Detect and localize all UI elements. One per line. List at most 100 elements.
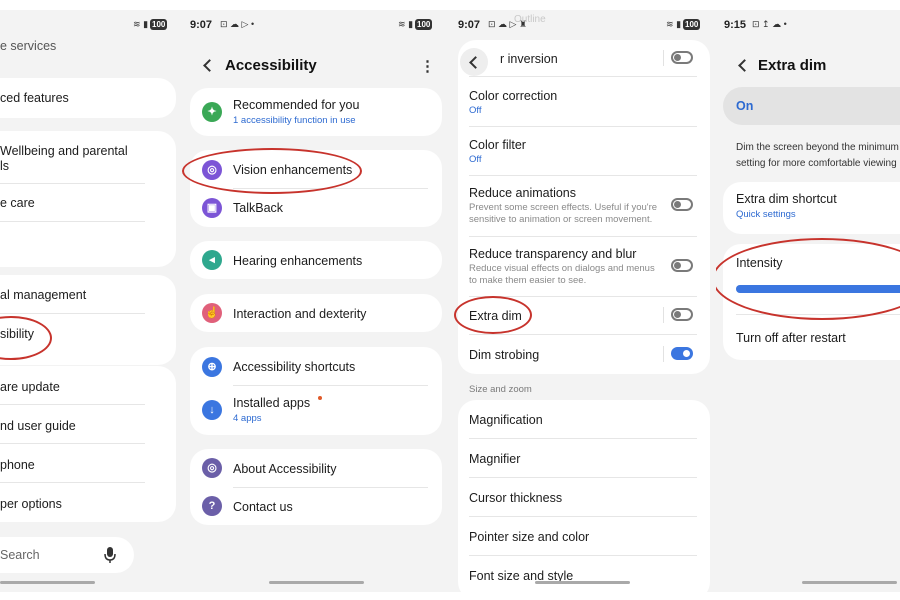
installed-apps-sub: 4 apps xyxy=(233,413,262,424)
accessibility-shortcuts-item[interactable]: Accessibility shortcuts xyxy=(233,360,355,374)
home-indicator xyxy=(535,581,630,584)
status-icons: ≋ ▮ 100 xyxy=(133,19,168,30)
wifi-icon: ≋ xyxy=(398,19,406,29)
extra-dim-shortcut-label: Extra dim shortcut xyxy=(736,192,837,206)
divider xyxy=(469,175,697,176)
wifi-icon: ≋ xyxy=(666,19,674,29)
settings-item-about-phone[interactable]: phone xyxy=(0,458,35,472)
magnification-item[interactable]: Magnification xyxy=(469,413,543,427)
page-title: Extra dim xyxy=(758,57,827,74)
divider xyxy=(0,404,145,405)
shortcut-card[interactable]: Extra dim shortcut Quick settings xyxy=(723,182,900,234)
wifi-icon: ≋ xyxy=(133,19,141,29)
divider xyxy=(469,438,697,439)
back-arrow-icon[interactable] xyxy=(738,59,751,72)
reduce-animations-toggle[interactable] xyxy=(671,198,693,211)
divider xyxy=(0,313,145,314)
settings-item-services[interactable]: e services xyxy=(0,39,56,53)
divider xyxy=(663,50,664,66)
talkback-icon: ▣ xyxy=(202,198,222,218)
back-button[interactable] xyxy=(460,48,488,76)
divider xyxy=(233,385,428,386)
settings-card-wellbeing: Wellbeing and parental ls e care xyxy=(0,131,176,267)
dim-strobing-toggle[interactable] xyxy=(671,347,693,360)
color-inversion-toggle[interactable] xyxy=(671,51,693,64)
about-card: ◎ About Accessibility ? Contact us xyxy=(190,449,442,525)
pointer-size-color-item[interactable]: Pointer size and color xyxy=(469,530,589,544)
size-zoom-card: Magnification Magnifier Cursor thickness… xyxy=(458,400,710,592)
color-correction-status: Off xyxy=(469,105,482,116)
master-switch-bar[interactable]: On xyxy=(723,87,900,125)
settings-card-advanced[interactable]: ced features xyxy=(0,78,176,118)
divider xyxy=(0,183,145,184)
hearing-enhancements-item: Hearing enhancements xyxy=(233,254,363,268)
back-arrow-icon[interactable] xyxy=(203,59,216,72)
status-icons: ≋ ▮ 100 xyxy=(398,19,433,30)
color-inversion-item[interactable]: r inversion xyxy=(500,52,558,66)
extra-dim-description: Dim the screen beyond the minimum settin… xyxy=(736,142,899,169)
reduce-transparency-desc: Reduce visual effects on dialogs and men… xyxy=(469,263,655,286)
hearing-card[interactable]: ◂ Hearing enhancements xyxy=(190,241,442,279)
signal-icon: ▮ xyxy=(143,19,149,29)
interaction-dexterity-item: Interaction and dexterity xyxy=(233,307,367,321)
settings-item-device-care[interactable]: e care xyxy=(0,196,35,210)
divider xyxy=(0,221,145,222)
magnifier-item[interactable]: Magnifier xyxy=(469,452,520,466)
cursor-thickness-item[interactable]: Cursor thickness xyxy=(469,491,562,505)
settings-item-software-update[interactable]: are update xyxy=(0,380,60,394)
extra-dim-shortcut-sub: Quick settings xyxy=(736,209,796,220)
annotation-circle xyxy=(454,296,532,334)
status-icons: ≋ ▮ 100 xyxy=(666,19,701,30)
installed-apps-item[interactable]: Installed apps xyxy=(233,396,310,410)
about-icon: ◎ xyxy=(202,458,222,478)
shortcuts-card: ⊕ Accessibility shortcuts ↓ Installed ap… xyxy=(190,347,442,435)
divider xyxy=(469,76,697,77)
shortcut-icon: ⊕ xyxy=(202,357,222,377)
divider xyxy=(0,482,145,483)
settings-item-developer-options[interactable]: per options xyxy=(0,497,62,511)
recommended-sub: 1 accessibility function in use xyxy=(233,115,356,126)
divider xyxy=(469,555,697,556)
apps-icon: ↓ xyxy=(202,400,222,420)
page-title: Accessibility xyxy=(225,57,317,74)
search-bar[interactable]: Search xyxy=(0,537,134,573)
settings-panel-partial: ≋ ▮ 100 e services ced features Wellbeing… xyxy=(0,10,180,592)
recommended-card[interactable]: ✦ Recommended for you 1 accessibility fu… xyxy=(190,88,442,136)
reduce-animations-item[interactable]: Reduce animations xyxy=(469,186,576,200)
about-accessibility-item[interactable]: About Accessibility xyxy=(233,462,337,476)
extra-dim-toggle[interactable] xyxy=(671,308,693,321)
reduce-transparency-toggle[interactable] xyxy=(671,259,693,272)
interaction-card[interactable]: ☝ Interaction and dexterity xyxy=(190,294,442,332)
settings-item-wellbeing[interactable]: Wellbeing and parental xyxy=(0,144,128,158)
divider xyxy=(233,487,428,488)
signal-icon: ▮ xyxy=(676,19,682,29)
settings-item-general-management[interactable]: al management xyxy=(0,288,86,302)
talkback-item[interactable]: TalkBack xyxy=(233,201,283,215)
master-switch-label: On xyxy=(736,99,754,113)
annotation-circle xyxy=(716,238,900,320)
divider xyxy=(469,334,697,335)
recommended-label: Recommended for you xyxy=(233,98,360,112)
reduce-transparency-item[interactable]: Reduce transparency and blur xyxy=(469,247,636,261)
microphone-icon[interactable] xyxy=(104,546,116,564)
color-filter-item[interactable]: Color filter xyxy=(469,138,526,152)
annotation-circle xyxy=(182,148,362,194)
color-filter-status: Off xyxy=(469,154,482,165)
dim-strobing-item[interactable]: Dim strobing xyxy=(469,348,539,362)
divider xyxy=(469,516,697,517)
turn-off-after-restart-item[interactable]: Turn off after restart xyxy=(736,331,846,345)
settings-card-software: are update nd user guide phone per optio… xyxy=(0,366,176,522)
more-options-icon[interactable]: ⋮ xyxy=(420,57,435,75)
settings-item-user-guide[interactable]: nd user guide xyxy=(0,419,76,433)
signal-icon: ▮ xyxy=(408,19,414,29)
vision-enhancements-screen: 9:07 ⊡ ☁ ▷ ♜ Outline ≋ ▮ 100 r inversion … xyxy=(448,10,716,592)
accessibility-icon: ✦ xyxy=(202,102,222,122)
battery-icon: 100 xyxy=(150,19,168,30)
color-correction-item[interactable]: Color correction xyxy=(469,89,557,103)
new-badge-dot xyxy=(318,396,322,400)
divider xyxy=(469,236,697,237)
battery-icon: 100 xyxy=(415,19,433,30)
hearing-icon: ◂ xyxy=(202,250,222,270)
contact-us-item[interactable]: Contact us xyxy=(233,500,293,514)
accessibility-screen: 9:07 ⊡ ☁ ▷ • ≋ ▮ 100 Accessibility ⋮ ✦ Re… xyxy=(180,10,448,592)
